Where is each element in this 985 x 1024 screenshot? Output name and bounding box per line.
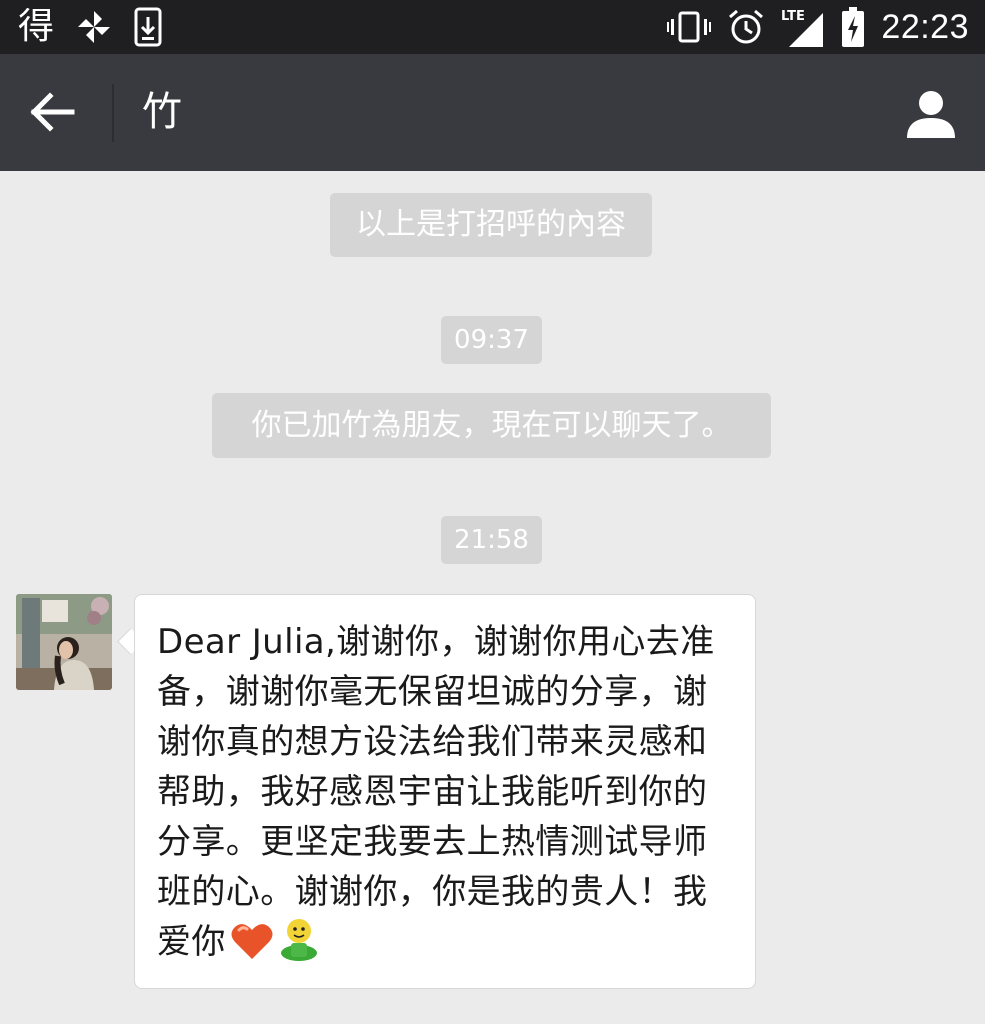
chat-info-button[interactable] [903, 86, 959, 142]
back-button[interactable] [24, 84, 84, 140]
status-bar: 得 LTE 22:23 [0, 0, 985, 54]
download-icon [134, 7, 162, 47]
alarm-icon [727, 8, 765, 46]
vibrate-icon [667, 9, 712, 45]
message-text: Dear Julia,谢谢你，谢谢你用心去准备，谢谢你毫无保留坦诚的分享，谢谢你… [157, 617, 737, 975]
lte-signal-icon: LTE [781, 7, 825, 47]
chat-title: 竹 [142, 89, 182, 135]
header-divider [112, 84, 114, 142]
clock-time: 22:23 [881, 7, 969, 46]
timestamp: 09:37 [441, 316, 542, 364]
battery-charging-icon [841, 7, 865, 47]
incoming-message-bubble[interactable]: Dear Julia,谢谢你，谢谢你用心去准备，谢谢你毫无保留坦诚的分享，谢谢你… [134, 594, 756, 989]
contact-avatar[interactable] [16, 594, 112, 690]
chat-header: 竹 [0, 54, 985, 171]
app-notification-icon: 得 [18, 6, 55, 47]
pinwheel-icon [76, 9, 112, 45]
system-message-friend-added: 你已加竹為朋友，現在可以聊天了。 [212, 393, 771, 458]
smiley-figure-emoji [278, 917, 320, 975]
system-message-greeting: 以上是打招呼的內容 [330, 193, 652, 257]
person-icon [907, 91, 955, 138]
timestamp: 21:58 [441, 516, 542, 564]
message-body: Dear Julia,谢谢你，谢谢你用心去准备，谢谢你毫无保留坦诚的分享，谢谢你… [157, 622, 715, 962]
heart-emoji [230, 921, 274, 975]
svg-text:LTE: LTE [781, 9, 805, 24]
back-arrow-icon [30, 92, 75, 132]
